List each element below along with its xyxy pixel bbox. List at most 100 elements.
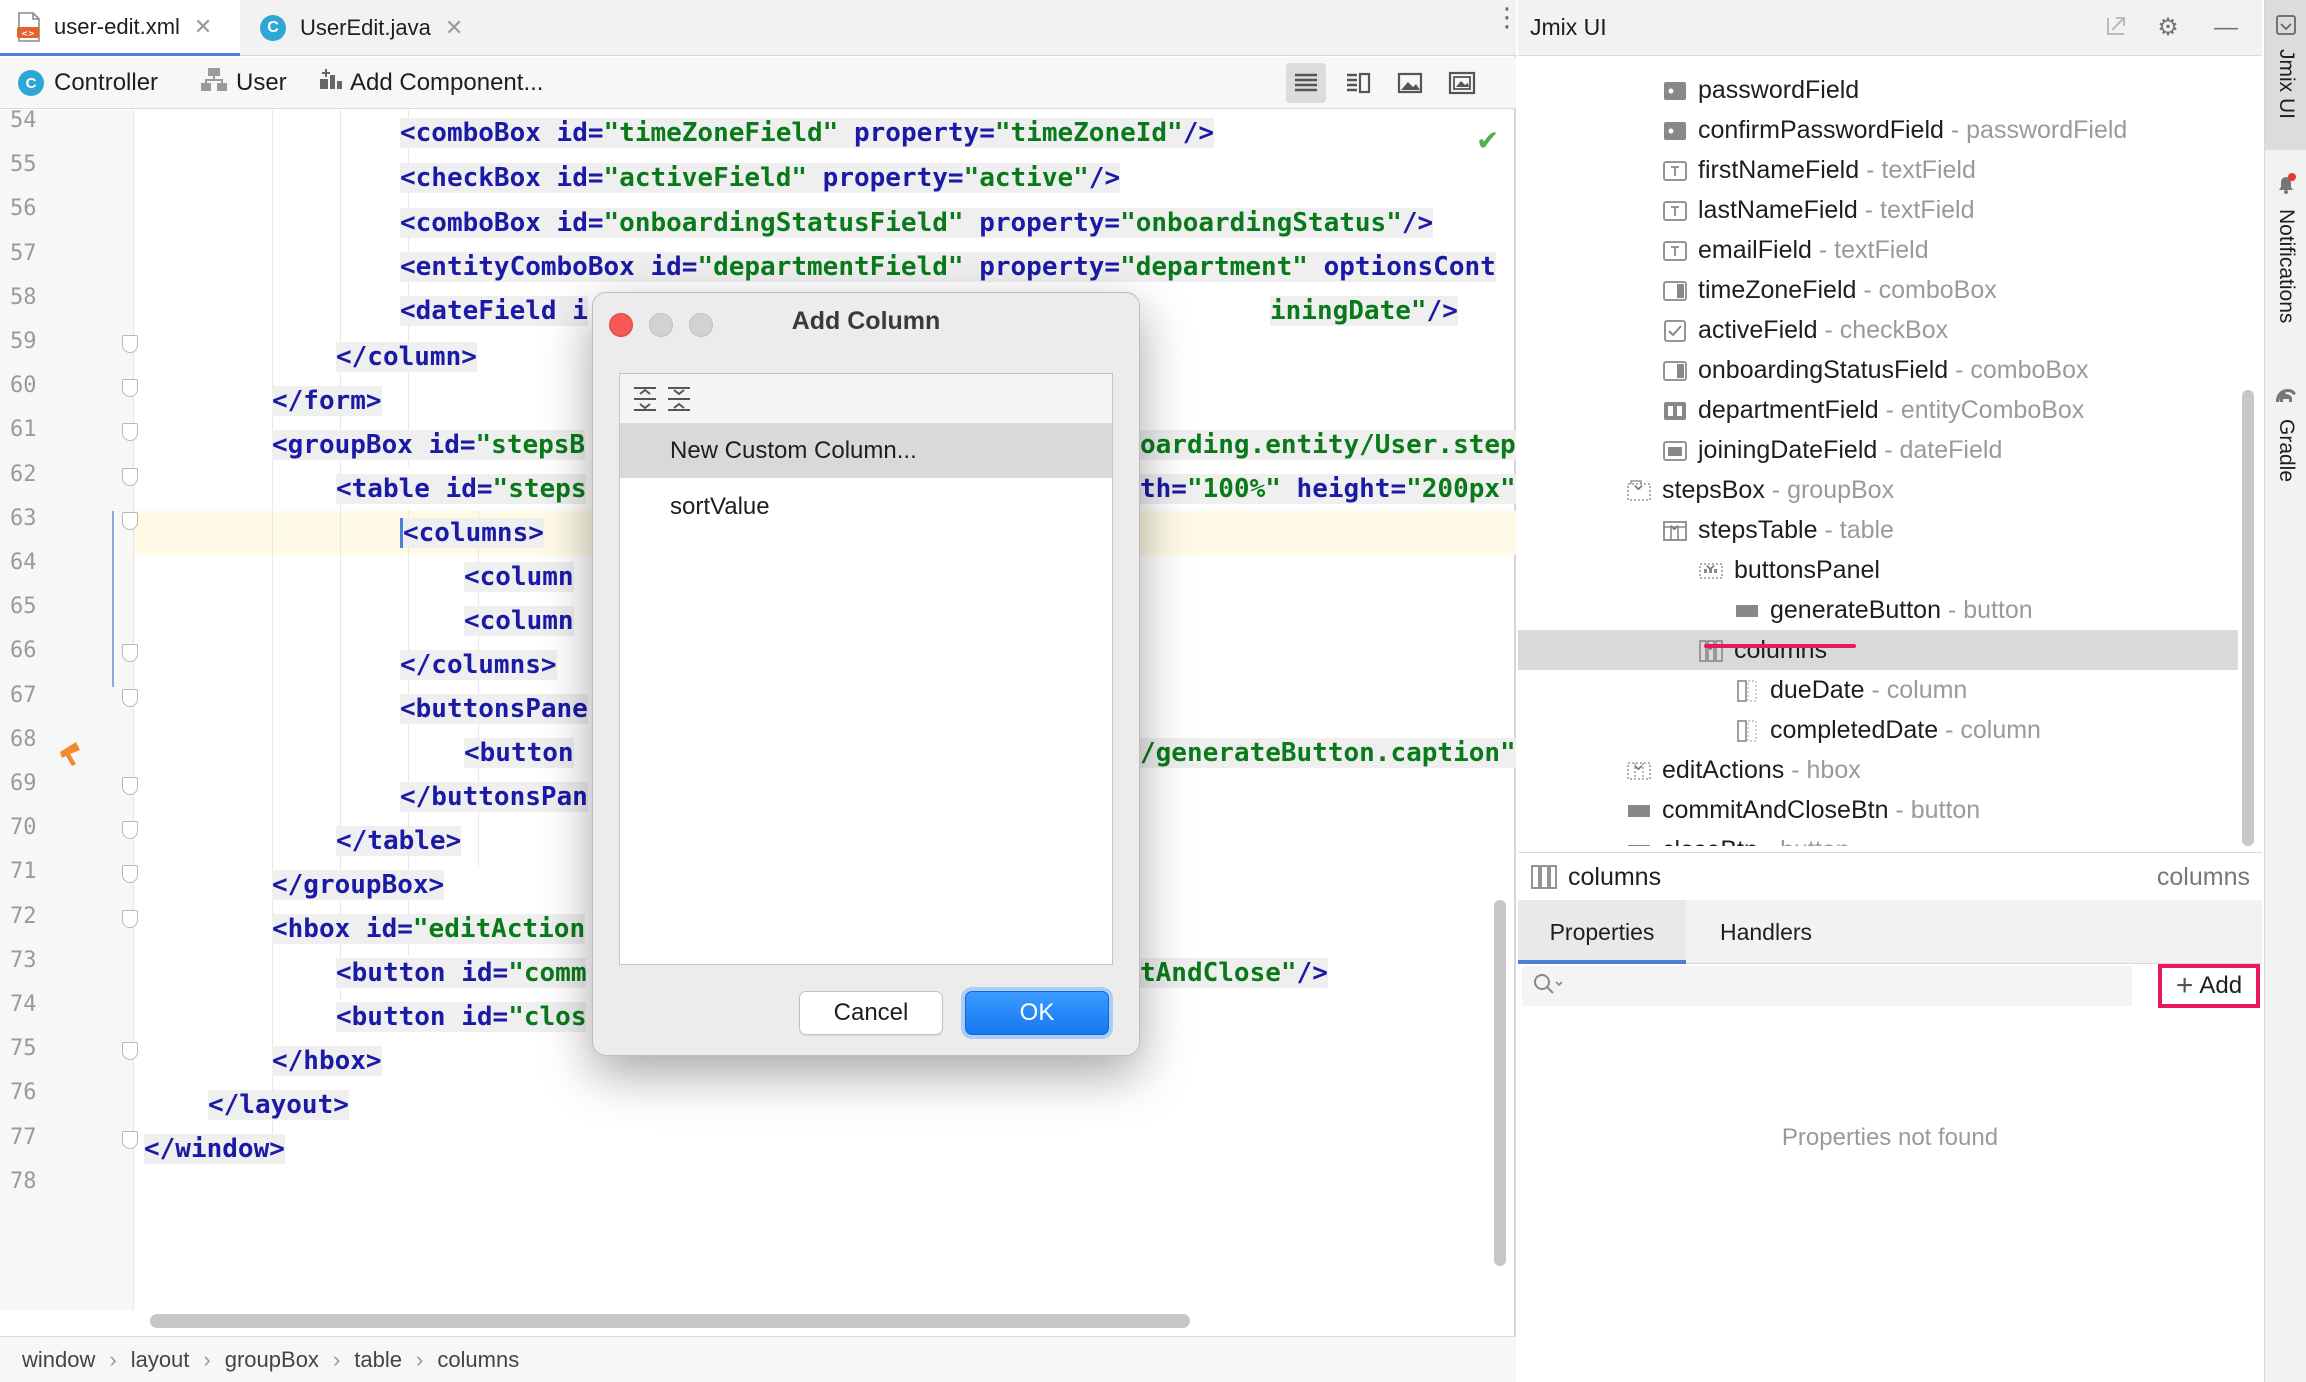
fold-toggle-icon[interactable] bbox=[122, 379, 138, 398]
inspection-ok-icon[interactable]: ✔ bbox=[1476, 124, 1499, 157]
button-icon bbox=[1626, 796, 1652, 822]
properties-search-input[interactable] bbox=[1522, 966, 2132, 1006]
breadcrumb-item[interactable]: table bbox=[354, 1347, 402, 1373]
fold-toggle-icon[interactable] bbox=[122, 909, 138, 928]
controller-button[interactable]: C Controller bbox=[18, 57, 158, 109]
close-icon[interactable]: ✕ bbox=[445, 15, 463, 41]
minimize-icon[interactable]: — bbox=[2212, 14, 2240, 42]
code-line-71: </groupBox> bbox=[272, 870, 445, 900]
tree-item-completed-date[interactable]: completedDate - column bbox=[1518, 710, 2238, 750]
tree-item-active-field[interactable]: activeField - checkBox bbox=[1518, 310, 2238, 350]
locate-icon[interactable] bbox=[2102, 14, 2130, 42]
code-line-68: <button bbox=[464, 738, 574, 768]
column-option-list[interactable]: New Custom Column... sortValue bbox=[619, 373, 1113, 965]
breadcrumb-item[interactable]: columns bbox=[437, 1347, 519, 1373]
tree-item-joining-date-field[interactable]: joiningDateField - dateField bbox=[1518, 430, 2238, 470]
bell-icon bbox=[2274, 172, 2298, 201]
tab-user-edit-xml[interactable]: <> user-edit.xml ✕ bbox=[0, 0, 240, 56]
component-tree[interactable]: passwordField confirmPasswordField - pass… bbox=[1518, 56, 2242, 846]
entity-user-button[interactable]: User bbox=[200, 57, 287, 109]
tab-handlers[interactable]: Handlers bbox=[1686, 900, 1846, 964]
fold-toggle-icon[interactable] bbox=[122, 1042, 138, 1061]
editor-vertical-scrollbar[interactable] bbox=[1494, 900, 1506, 1266]
tree-item-steps-table[interactable]: ⌄ stepsTable - table bbox=[1518, 510, 2238, 550]
add-property-button[interactable]: + Add bbox=[2158, 964, 2260, 1008]
tree-item-name: generateButton bbox=[1770, 596, 1941, 624]
gradle-elephant-icon bbox=[2273, 384, 2299, 411]
tree-scrollbar[interactable] bbox=[2242, 390, 2254, 846]
tree-item-email-field[interactable]: emailField - textField bbox=[1518, 230, 2238, 270]
list-toolbar bbox=[620, 374, 1112, 424]
line-number: 57 bbox=[10, 240, 37, 266]
tree-item-name: stepsBox bbox=[1662, 476, 1765, 504]
tree-item-generate-button[interactable]: generateButton - button bbox=[1518, 590, 2238, 630]
tree-item-password-field[interactable]: passwordField bbox=[1518, 70, 2238, 110]
tool-window-gradle[interactable]: Gradle bbox=[2265, 384, 2306, 504]
gear-icon[interactable]: ⚙ bbox=[2154, 14, 2182, 42]
preview-view-icon[interactable] bbox=[1390, 63, 1430, 103]
line-number: 56 bbox=[10, 196, 37, 222]
tree-item-buttons-panel[interactable]: ⌄ buttonsPanel bbox=[1518, 550, 2238, 590]
close-icon[interactable]: ✕ bbox=[194, 14, 212, 40]
tree-item-close-btn[interactable]: closeBtn - button bbox=[1518, 830, 2238, 846]
list-item-sort-value[interactable]: sortValue bbox=[620, 480, 1112, 534]
code-line-77: </window> bbox=[144, 1134, 285, 1164]
code-line-62-tail: th="100%" height="200px" bbox=[1140, 474, 1516, 504]
tree-item-confirm-password-field[interactable]: confirmPasswordField - passwordField bbox=[1518, 110, 2238, 150]
tree-item-commit-and-close-btn[interactable]: commitAndCloseBtn - button bbox=[1518, 790, 2238, 830]
add-component-label: Add Component... bbox=[350, 69, 544, 96]
tree-item-steps-box[interactable]: ⌄ stepsBox - groupBox bbox=[1518, 470, 2238, 510]
breadcrumb-item[interactable]: layout bbox=[131, 1347, 190, 1373]
tree-item-time-zone-field[interactable]: timeZoneField - comboBox bbox=[1518, 270, 2238, 310]
fold-toggle-icon[interactable] bbox=[122, 1130, 138, 1149]
code-line-76: </layout> bbox=[208, 1090, 349, 1120]
tree-item-onboarding-status-field[interactable]: onboardingStatusField - comboBox bbox=[1518, 350, 2238, 390]
tree-item-type-separator: - bbox=[1856, 276, 1879, 304]
cancel-button[interactable]: Cancel bbox=[799, 991, 943, 1035]
fold-toggle-icon[interactable] bbox=[122, 644, 138, 663]
expand-all-icon[interactable] bbox=[630, 384, 660, 414]
tree-item-due-date[interactable]: dueDate - column bbox=[1518, 670, 2238, 710]
code-line-64: <column bbox=[464, 562, 574, 592]
ok-button[interactable]: OK bbox=[965, 991, 1109, 1035]
breadcrumb: window › layout › groupBox › table › columns bbox=[0, 1336, 1516, 1382]
tree-item-first-name-field[interactable]: firstNameField - textField bbox=[1518, 150, 2238, 190]
fold-toggle-icon[interactable] bbox=[122, 821, 138, 840]
tree-item-type: textField bbox=[1834, 236, 1929, 264]
hint-icon[interactable] bbox=[56, 738, 88, 777]
tree-item-last-name-field[interactable]: lastNameField - textField bbox=[1518, 190, 2238, 230]
tree-item-edit-actions[interactable]: ⌄ editActions - hbox bbox=[1518, 750, 2238, 790]
fold-toggle-icon[interactable] bbox=[122, 865, 138, 884]
collapse-all-icon[interactable] bbox=[664, 384, 694, 414]
add-component-button[interactable]: Add Component... bbox=[318, 57, 543, 109]
breadcrumb-item[interactable]: window bbox=[22, 1347, 95, 1373]
text-view-icon[interactable] bbox=[1286, 63, 1326, 103]
fold-toggle-icon[interactable] bbox=[122, 335, 138, 353]
fold-toggle-icon[interactable] bbox=[122, 688, 138, 707]
breadcrumb-item[interactable]: groupBox bbox=[225, 1347, 319, 1373]
tool-window-notifications[interactable]: Notifications bbox=[2265, 172, 2306, 372]
editor-horizontal-scrollbar[interactable] bbox=[150, 1314, 1190, 1328]
design-view-icon[interactable] bbox=[1442, 63, 1482, 103]
tree-item-department-field[interactable]: departmentField - entityComboBox bbox=[1518, 390, 2238, 430]
tree-item-type-separator: - bbox=[1877, 436, 1900, 464]
tool-window-label: Jmix UI bbox=[2275, 49, 2298, 119]
fold-toggle-icon[interactable] bbox=[122, 423, 138, 442]
search-icon bbox=[1532, 972, 1564, 1003]
tool-window-jmix-ui[interactable]: Jmix UI bbox=[2265, 0, 2306, 150]
split-view-icon[interactable] bbox=[1338, 63, 1378, 103]
fold-toggle-icon[interactable] bbox=[122, 467, 138, 486]
java-class-icon: C bbox=[18, 70, 44, 96]
tree-item-columns[interactable]: ⌄columns bbox=[1518, 630, 2238, 670]
tab-user-edit-java[interactable]: C UserEdit.java ✕ bbox=[246, 0, 486, 56]
tree-item-name: lastNameField bbox=[1698, 196, 1858, 224]
fold-toggle-icon[interactable] bbox=[122, 511, 138, 530]
code-line-56: <comboBox id="onboardingStatusField" pro… bbox=[400, 208, 1434, 238]
fold-toggle-icon[interactable] bbox=[122, 777, 138, 795]
list-item-new-custom-column[interactable]: New Custom Column... bbox=[620, 424, 1112, 478]
tab-properties[interactable]: Properties bbox=[1518, 900, 1686, 964]
code-line-66: </columns> bbox=[400, 650, 557, 680]
more-vertical-icon[interactable]: ⋮ bbox=[1494, 4, 1520, 44]
editor-tab-bar: <> user-edit.xml ✕ C UserEdit.java ✕ ⋮ bbox=[0, 0, 1520, 56]
add-column-dialog: Add Column New Custom Column... sortValu… bbox=[592, 292, 1140, 1056]
